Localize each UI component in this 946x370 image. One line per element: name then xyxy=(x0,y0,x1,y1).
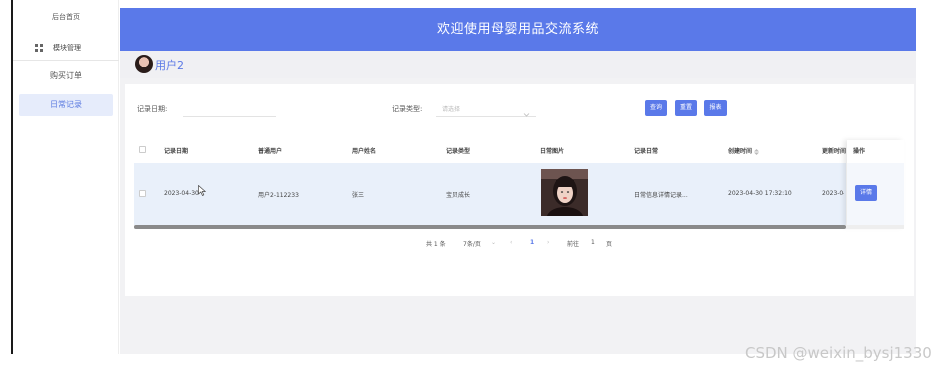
cell-updated: 2023-04 xyxy=(822,190,844,197)
record-type-label: 记录类型: xyxy=(392,105,423,113)
column-header-label: 创建时间 xyxy=(728,148,753,155)
table-row[interactable]: 2023-04-30 用户2-112233 张三 宝贝成长 日常信息详情记录..… xyxy=(134,163,846,225)
sort-icon[interactable] xyxy=(754,148,760,155)
operation-column: 操作 详情 xyxy=(847,140,904,227)
user-name: 用户2 xyxy=(155,59,184,72)
search-button[interactable]: 查询 xyxy=(645,100,667,116)
horizontal-scrollbar[interactable] xyxy=(134,225,904,229)
chevron-down-icon: ⌄ xyxy=(491,239,497,246)
next-page-icon[interactable]: › xyxy=(547,239,549,246)
sidebar-divider xyxy=(13,60,119,61)
column-header: 用户姓名 xyxy=(352,148,377,155)
sidebar-item-module-management[interactable]: 模块管理 xyxy=(35,42,81,54)
cell-content: 日常信息详情记录... xyxy=(634,192,688,199)
row-checkbox[interactable] xyxy=(139,190,146,197)
pagination-total: 共 1 条 xyxy=(426,241,446,248)
mouse-cursor-icon xyxy=(198,181,207,196)
column-header: 记录日期 xyxy=(164,148,189,155)
record-date-label: 记录日期: xyxy=(137,105,168,113)
sidebar-item-home[interactable]: 后台首页 xyxy=(13,12,119,22)
sidebar-item-daily-record[interactable]: 日常记录 xyxy=(19,94,113,116)
select-all-checkbox[interactable] xyxy=(139,146,146,153)
page-size-select[interactable]: 7条/页 xyxy=(463,239,481,248)
scrollbar-thumb[interactable] xyxy=(134,225,846,229)
cell-type: 宝贝成长 xyxy=(446,192,471,199)
reset-button[interactable]: 重置 xyxy=(675,100,697,116)
watermark: CSDN @weixin_bysj1330 xyxy=(745,344,932,362)
operation-cell: 详情 xyxy=(847,163,904,225)
grid-icon xyxy=(35,44,43,52)
sidebar-item-orders[interactable]: 购买订单 xyxy=(13,70,119,81)
page-number-current[interactable]: 1 xyxy=(530,239,534,246)
column-header-created[interactable]: 创建时间 xyxy=(728,146,760,155)
daily-photo[interactable] xyxy=(541,169,588,216)
record-date-input[interactable] xyxy=(183,98,276,117)
column-header: 操作 xyxy=(853,148,866,155)
column-header: 普通用户 xyxy=(258,148,283,155)
cell-name: 张三 xyxy=(352,192,365,199)
sidebar: 后台首页 模块管理 购买订单 日常记录 xyxy=(13,0,119,354)
column-header: 日常图片 xyxy=(540,148,565,155)
column-header: 记录日常 xyxy=(634,148,659,155)
record-type-placeholder: 请选择 xyxy=(442,106,461,113)
column-header: 记录类型 xyxy=(446,148,471,155)
cell-record-date: 2023-04-30 xyxy=(164,190,199,197)
cell-user: 用户2-112233 xyxy=(258,192,299,199)
app-header: 欢迎使用母婴用品交流系统 xyxy=(120,8,916,51)
cell-created: 2023-04-30 17:32:10 xyxy=(728,190,792,197)
record-type-select[interactable]: 请选择 xyxy=(436,98,536,117)
page-unit-label: 页 xyxy=(606,241,613,248)
table-header: 记录日期 普通用户 用户姓名 记录类型 日常图片 记录日常 创建时间 更新时间 xyxy=(134,140,904,160)
goto-page-input[interactable]: 1 xyxy=(591,239,595,246)
app-title: 欢迎使用母婴用品交流系统 xyxy=(436,22,599,37)
avatar[interactable] xyxy=(135,55,153,73)
column-header: 更新时间 xyxy=(822,148,847,155)
chevron-down-icon xyxy=(523,103,530,117)
report-button[interactable]: 报表 xyxy=(704,100,727,116)
sidebar-item-label: 模块管理 xyxy=(53,44,81,52)
goto-label: 前往 xyxy=(567,241,580,248)
user-bar xyxy=(120,51,916,78)
prev-page-icon[interactable]: ‹ xyxy=(510,239,512,246)
detail-button[interactable]: 详情 xyxy=(855,185,877,201)
